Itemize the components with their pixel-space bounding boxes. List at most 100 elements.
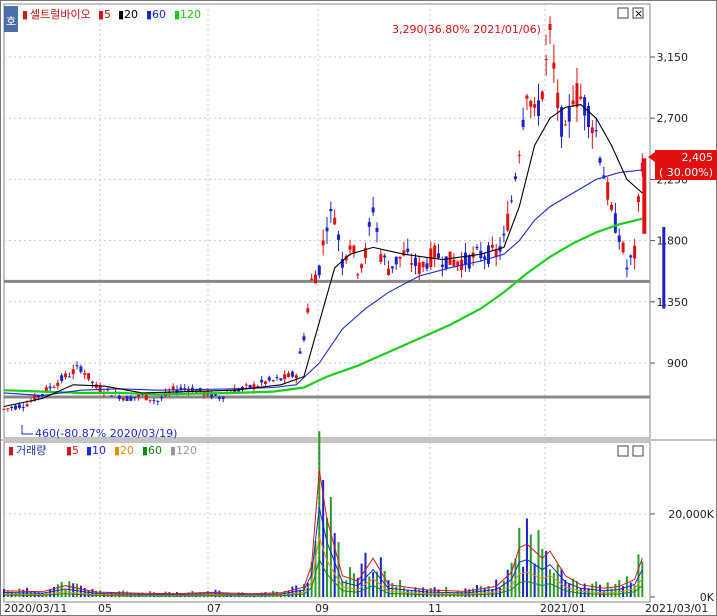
x-tick-label: 2020/03/11: [4, 602, 67, 615]
candle-body: [487, 245, 490, 264]
candle-body: [60, 375, 64, 381]
candle-body: [244, 384, 248, 386]
candle-body: [137, 394, 141, 397]
candle-body: [452, 259, 456, 267]
candle-body: [183, 388, 187, 390]
legend-label: 120: [180, 8, 201, 21]
candle-body: [52, 387, 56, 389]
candle-body: [571, 100, 575, 105]
candle-body: [83, 373, 87, 375]
candle-body: [483, 256, 487, 260]
candle-body: [440, 264, 444, 267]
panel-toggle-icon-label: 호: [6, 15, 16, 28]
candle-body: [221, 396, 225, 399]
candle-body: [148, 399, 152, 401]
current-price: 2,405: [682, 151, 714, 164]
candle-body: [517, 154, 521, 156]
volume-legend-label: 10: [92, 444, 106, 457]
last-candle-blue: [662, 227, 666, 309]
volume-bar: [560, 568, 563, 597]
candle-body: [502, 233, 506, 236]
candle-body: [398, 256, 402, 259]
price-tick-label: 900: [667, 357, 688, 370]
candle-body: [64, 373, 68, 378]
volume-bar: [341, 580, 344, 597]
candle-body: [506, 213, 510, 231]
volume-bar: [349, 567, 352, 597]
candle-body: [390, 266, 394, 269]
candle-body: [437, 253, 441, 258]
candle-body: [636, 196, 640, 203]
volume-marker-icon: ▮: [8, 444, 14, 457]
candle-body: [552, 62, 556, 69]
volume-bar: [591, 583, 594, 597]
volume-bar: [406, 590, 409, 597]
chart-canvas: 3,1502,7002,2501,8001,350900호▮셀트럴바이오▮5▮2…: [0, 0, 717, 616]
candle-body: [263, 381, 267, 384]
candle-body: [117, 395, 121, 400]
candle-body: [306, 308, 310, 313]
candle-body: [413, 257, 417, 266]
legend-label: 5: [104, 8, 111, 21]
candle-body: [548, 23, 552, 30]
candle-body: [621, 242, 625, 253]
candle-body: [606, 182, 610, 200]
candle-body: [260, 379, 264, 383]
candle-body: [313, 274, 317, 284]
price-tick-label: 1,350: [657, 296, 689, 309]
candle-body: [533, 104, 537, 108]
candle-body: [383, 255, 387, 258]
candle-body: [575, 83, 579, 107]
candle-body: [129, 396, 133, 401]
candle-body: [329, 208, 333, 212]
candle-body: [425, 263, 429, 269]
candle-body: [21, 406, 25, 408]
low-annotation: 460(-80.87% 2020/03/19): [35, 427, 177, 440]
volume-bar: [579, 588, 582, 597]
volume-bar: [614, 583, 617, 597]
volume-bar: [410, 590, 413, 597]
volume-bar: [399, 580, 402, 597]
candle-body: [283, 374, 287, 380]
candle-body: [310, 278, 314, 280]
candle-body: [75, 365, 79, 367]
candle-body: [337, 234, 341, 240]
candle-body: [56, 382, 60, 386]
candle-body: [321, 240, 325, 246]
candle-body: [348, 245, 352, 250]
candle-body: [271, 380, 275, 382]
candle-body: [317, 265, 321, 276]
x-tick-label: 07: [207, 602, 221, 615]
volume-bar: [606, 582, 609, 597]
stock-chart-window: 3,1502,7002,2501,8001,350900호▮셀트럴바이오▮5▮2…: [0, 0, 717, 616]
candle-body: [290, 371, 294, 377]
candle-body: [567, 105, 571, 122]
volume-legend-label: 60: [148, 444, 162, 457]
candle-body: [125, 396, 129, 402]
series-marker-icon: ▮: [22, 8, 28, 21]
candle-body: [152, 400, 156, 402]
candle-body: [302, 336, 306, 341]
candle-body: [617, 235, 621, 242]
candle-body: [583, 97, 587, 116]
volume-bar: [364, 552, 367, 597]
candle-body: [475, 246, 479, 249]
candle-body: [590, 127, 594, 134]
candle-body: [217, 397, 221, 399]
candle-body: [394, 256, 398, 265]
candle-body: [356, 274, 360, 276]
volume-title: 거래량: [16, 444, 46, 457]
candle-body: [540, 91, 544, 100]
chart-title: 셀트럴바이오: [30, 8, 91, 21]
candle-body: [544, 59, 548, 61]
candle-body: [360, 264, 364, 269]
candle-body: [529, 100, 533, 107]
candle-body: [367, 222, 371, 227]
candle-body: [71, 369, 75, 375]
candle-body: [10, 406, 14, 409]
candle-body: [6, 408, 10, 410]
volume-bar: [572, 578, 575, 597]
candle-body: [556, 92, 560, 108]
volume-legend-label: 5: [72, 444, 79, 457]
candle-body: [379, 254, 383, 262]
